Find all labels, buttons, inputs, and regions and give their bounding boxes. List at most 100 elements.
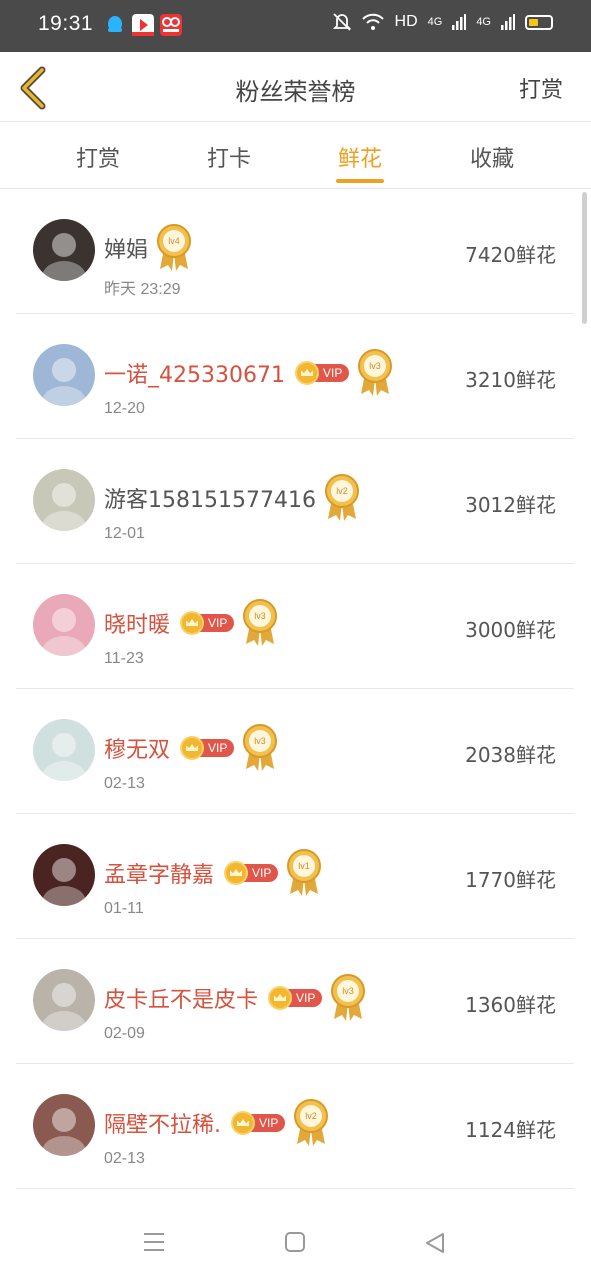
fan-name-line: 一诺_425330671 VIP lv3 [104, 348, 393, 398]
active-tab-indicator [336, 179, 384, 183]
level-label: lv3 [370, 361, 382, 371]
level-label: lv4 [168, 236, 180, 246]
fan-name-line: 晓时暖 VIP lv3 [104, 598, 278, 648]
level-medal-icon: lv3 [242, 598, 278, 648]
level-medal-icon: lv2 [324, 473, 360, 523]
fan-name[interactable]: 晓时暖 [104, 607, 170, 639]
vip-badge: VIP [231, 1111, 286, 1135]
battery-icon [525, 14, 553, 30]
fan-row[interactable]: 孟章字静嘉 VIP lv1 01-11 1770鲜花 [16, 814, 574, 939]
signal-4g-label-1: 4G [427, 16, 443, 28]
reward-button[interactable]: 打赏 [519, 72, 563, 104]
level-label: lv2 [336, 486, 348, 496]
fan-date: 02-13 [104, 775, 145, 792]
mute-bell-icon [332, 13, 351, 31]
fan-name-line: 游客158151577416 lv2 [104, 473, 360, 523]
flower-amount: 2038鲜花 [465, 743, 556, 767]
fan-row[interactable]: 婵娟 lv4 昨天 23:29 7420鲜花 [16, 189, 574, 314]
level-medal-icon: lv4 [156, 223, 192, 273]
back-triangle-icon[interactable] [425, 1232, 445, 1254]
avatar[interactable] [33, 969, 95, 1031]
signal-bars-icon-2 [501, 14, 515, 30]
fan-date: 11-23 [104, 650, 144, 667]
fan-name-line: 穆无双 VIP lv3 [104, 723, 278, 773]
avatar[interactable] [33, 219, 95, 281]
level-medal-icon: lv3 [357, 348, 393, 398]
news-app-icon [160, 14, 182, 36]
fan-name[interactable]: 皮卡丘不是皮卡 [104, 982, 258, 1014]
crown-icon [231, 1111, 255, 1135]
fan-row[interactable]: 一诺_425330671 VIP lv3 12-20 3210鲜花 [16, 314, 574, 439]
fan-name[interactable]: 穆无双 [104, 732, 170, 764]
tab-bar: 打赏 打卡 鲜花 收藏 [0, 123, 591, 189]
avatar[interactable] [33, 1094, 95, 1156]
app-header: 粉丝荣誉榜 打赏 [0, 52, 591, 122]
status-bar: 19:31 HD 4G 4G [0, 0, 591, 52]
flower-amount: 1124鲜花 [465, 1118, 556, 1142]
flower-amount: 7420鲜花 [465, 243, 556, 267]
system-nav-bar [0, 1206, 591, 1280]
fan-date: 昨天 23:29 [104, 281, 181, 298]
fan-name-line: 隔壁不拉稀. VIP lv2 [104, 1098, 329, 1148]
fan-date: 02-13 [104, 1150, 145, 1167]
fan-date: 12-20 [104, 400, 145, 417]
flower-amount: 3000鲜花 [465, 618, 556, 642]
page-title: 粉丝荣誉榜 [235, 78, 356, 106]
fan-name[interactable]: 婵娟 [104, 232, 148, 264]
avatar[interactable] [33, 469, 95, 531]
crown-icon [224, 861, 249, 885]
flower-amount: 3012鲜花 [465, 493, 556, 517]
vip-badge: VIP [268, 986, 323, 1010]
level-label: lv3 [255, 611, 267, 621]
fan-name[interactable]: 游客158151577416 [104, 482, 316, 514]
level-label: lv3 [343, 986, 355, 996]
home-square-icon[interactable] [285, 1232, 305, 1252]
vip-badge: VIP [224, 861, 279, 885]
fan-date: 12-01 [104, 525, 145, 542]
signal-bars-icon [452, 14, 467, 30]
status-indicators: HD 4G 4G [332, 12, 553, 32]
crown-icon [294, 361, 319, 385]
fan-name[interactable]: 一诺_425330671 [104, 357, 285, 389]
qq-app-icon [104, 14, 126, 36]
fan-name-line: 婵娟 lv4 [104, 223, 192, 273]
fan-row[interactable]: 穆无双 VIP lv3 02-13 2038鲜花 [16, 689, 574, 814]
crown-icon [180, 611, 205, 635]
signal-4g-label-2: 4G [476, 16, 491, 28]
video-app-icon [132, 14, 154, 36]
fan-name[interactable]: 隔壁不拉稀. [104, 1107, 221, 1139]
level-medal-icon: lv1 [286, 848, 322, 898]
scrollbar[interactable] [582, 192, 587, 324]
level-medal-icon: lv3 [330, 973, 366, 1023]
menu-icon[interactable] [143, 1232, 165, 1252]
tab-checkin[interactable]: 打卡 [189, 141, 269, 173]
fan-row[interactable]: 晓时暖 VIP lv3 11-23 3000鲜花 [16, 564, 574, 689]
fan-date: 02-09 [104, 1025, 145, 1042]
status-time: 19:31 [38, 12, 94, 35]
tab-flowers[interactable]: 鲜花 [320, 141, 400, 173]
flower-amount: 3210鲜花 [465, 368, 556, 392]
avatar[interactable] [33, 594, 95, 656]
level-label: lv3 [255, 736, 267, 746]
crown-icon [268, 986, 293, 1010]
avatar[interactable] [33, 844, 95, 906]
tab-reward[interactable]: 打赏 [58, 141, 138, 173]
flower-amount: 1360鲜花 [465, 993, 556, 1017]
vip-badge: VIP [180, 736, 235, 760]
fan-name[interactable]: 孟章字静嘉 [104, 857, 214, 889]
level-medal-icon: lv3 [242, 723, 278, 773]
fan-row[interactable]: 皮卡丘不是皮卡 VIP lv3 02-09 1360鲜花 [16, 939, 574, 1064]
fan-row[interactable]: 游客158151577416 lv2 12-01 3012鲜花 [16, 439, 574, 564]
level-label: lv1 [299, 861, 311, 871]
fan-date: 01-11 [104, 900, 144, 917]
tab-favorites[interactable]: 收藏 [452, 141, 532, 173]
vip-badge: VIP [294, 361, 350, 385]
avatar[interactable] [33, 719, 95, 781]
level-medal-icon: lv2 [293, 1098, 329, 1148]
hd-label: HD [394, 13, 418, 30]
fan-row[interactable]: 隔壁不拉稀. VIP lv2 02-13 1124鲜花 [16, 1064, 574, 1189]
crown-icon [180, 736, 205, 760]
fan-name-line: 皮卡丘不是皮卡 VIP lv3 [104, 973, 366, 1023]
avatar[interactable] [33, 344, 95, 406]
flower-amount: 1770鲜花 [465, 868, 556, 892]
